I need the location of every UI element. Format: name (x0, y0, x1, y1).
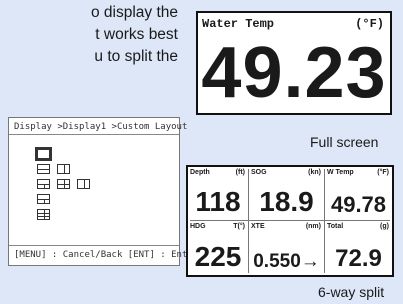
divider (9, 245, 179, 246)
split-screen-caption: 6-way split (318, 284, 385, 300)
cell-value: 118 (195, 186, 241, 217)
cell-label: W Temp (327, 169, 354, 176)
custom-layout-menu: Display >Display1 >Custom Layout [MENU] … (8, 117, 198, 266)
manual-line-3: u to split the (94, 48, 178, 65)
cell-label: Total (327, 223, 344, 230)
cell-unit: (g) (380, 223, 389, 230)
layout-option-2-horizontal[interactable] (37, 164, 50, 174)
breadcrumb: Display >Display1 >Custom Layout (14, 122, 188, 132)
cell-unit: T(°) (233, 223, 245, 230)
cell-unit: (ft) (235, 169, 245, 176)
cell-value: 18.9 (259, 186, 314, 217)
divider (9, 134, 179, 135)
menu-footer: [MENU] : Cancel/Back [ENT] : Enter (14, 250, 199, 260)
cell-label: XTE (251, 223, 265, 230)
data-cell: W Temp (°F) 49.78 (325, 167, 392, 220)
data-value: 49.23 (201, 33, 387, 113)
data-cell: Depth (ft) 118 (188, 167, 248, 220)
cell-value: 72.9 (335, 245, 382, 272)
split-screen-display: Depth (ft) 118 SOG (kn) 18.9 W Temp (°F)… (186, 165, 394, 277)
layout-option-6-way[interactable] (37, 194, 50, 204)
manual-line-1: o display the (90, 4, 178, 21)
data-cell: Total (g) 72.9 (325, 221, 392, 275)
cell-label: SOG (251, 169, 267, 176)
data-cell: HDG T(°) 225 (188, 221, 248, 275)
full-screen-display: Water Temp (°F) 49.23 (196, 11, 392, 115)
layout-option-6-way-split[interactable] (37, 209, 50, 220)
cell-unit: (nm) (305, 223, 321, 230)
layout-option-2-split[interactable] (57, 164, 70, 174)
cell-value: 225 (194, 241, 242, 272)
layout-option-single[interactable] (35, 147, 52, 161)
cell-label: HDG (190, 223, 206, 230)
layout-option-3-way[interactable] (37, 179, 50, 189)
layout-option-4-way-wide[interactable] (77, 179, 90, 189)
full-screen-header: Water Temp (°F) (200, 15, 388, 31)
cell-label: Depth (190, 169, 210, 176)
manual-text-fragment: o display the t works best u to split th… (0, 2, 178, 68)
data-cell: SOG (kn) 18.9 (249, 167, 324, 220)
data-unit: (°F) (355, 17, 384, 31)
data-cell: XTE (nm) 0.550→ (249, 221, 324, 275)
cell-value: 49.78 (330, 192, 387, 217)
cell-unit: (°F) (377, 169, 389, 176)
cell-unit: (kn) (308, 169, 321, 176)
data-label: Water Temp (202, 17, 275, 31)
manual-line-2: t works best (95, 26, 178, 43)
full-screen-caption: Full screen (310, 134, 379, 150)
layout-option-4-way[interactable] (57, 179, 70, 189)
cell-value: 0.550→ (253, 251, 320, 272)
